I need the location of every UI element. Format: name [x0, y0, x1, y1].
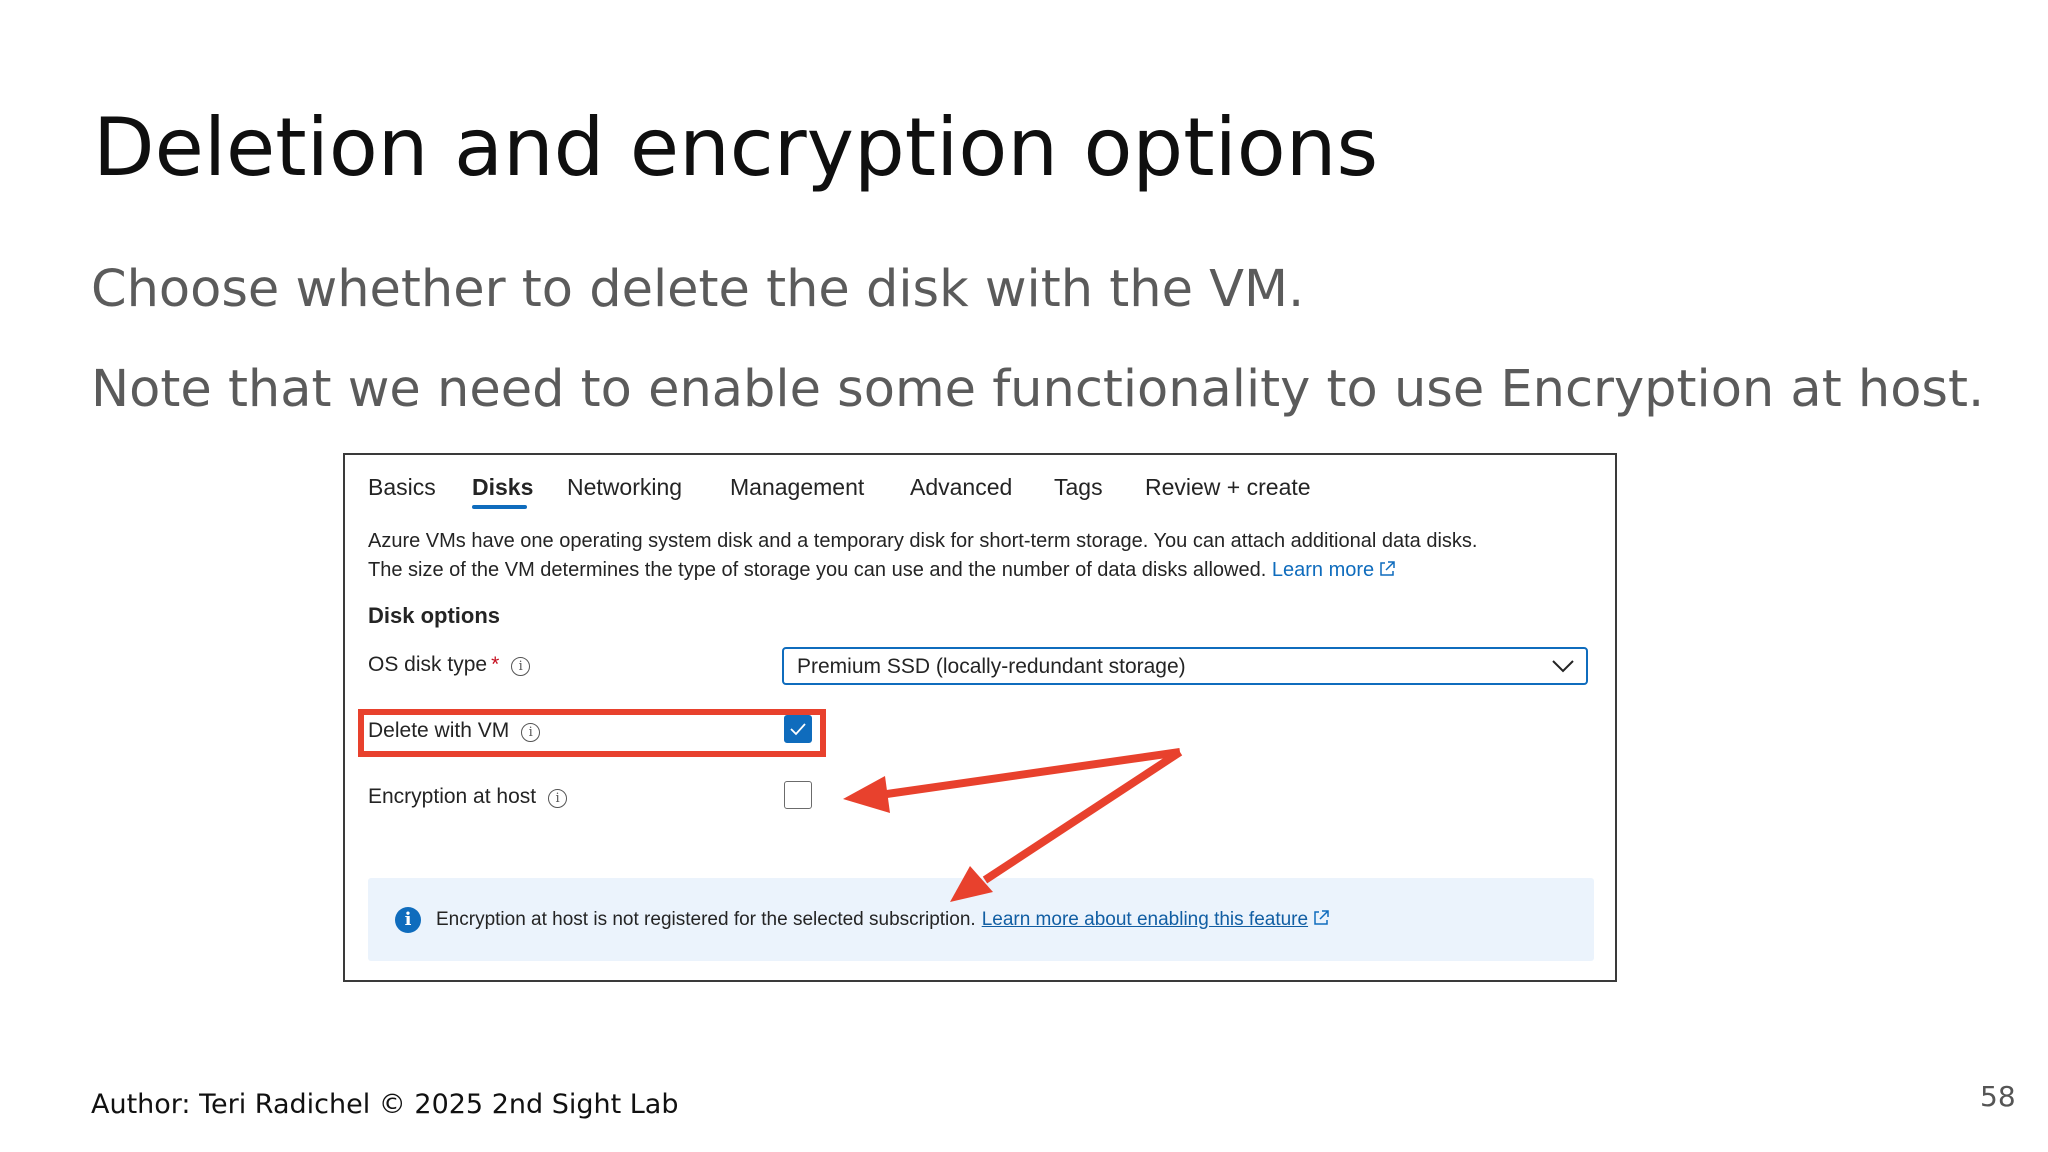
active-tab-indicator	[472, 505, 527, 509]
disks-description-line1: Azure VMs have one operating system disk…	[368, 530, 1478, 552]
tab-disks[interactable]: Disks	[472, 473, 533, 501]
external-link-icon	[1380, 561, 1395, 576]
learn-more-link[interactable]: Learn more	[1272, 559, 1396, 581]
encryption-at-host-checkbox[interactable]	[784, 781, 812, 809]
encryption-at-host-text: Encryption at host	[368, 785, 537, 808]
description-text: The size of the VM determines the type o…	[368, 559, 1267, 581]
azure-disks-screenshot: Basics Disks Networking Management Advan…	[343, 453, 1617, 982]
info-bar-text: Encryption at host is not registered for…	[436, 909, 976, 930]
info-bar-message: Encryption at host is not registered for…	[436, 907, 1330, 933]
external-link-icon[interactable]	[1312, 909, 1330, 927]
os-disk-type-label: OS disk type * i	[368, 651, 531, 679]
info-circle-icon[interactable]: i	[511, 657, 531, 676]
learn-more-enabling-label: Learn more about enabling this feature	[981, 909, 1309, 930]
info-circle-icon: i	[395, 907, 421, 933]
os-disk-type-select[interactable]: Premium SSD (locally-redundant storage)	[782, 647, 1588, 685]
encryption-info-bar: i Encryption at host is not registered f…	[368, 878, 1594, 961]
os-disk-type-value: Premium SSD (locally-redundant storage)	[797, 655, 1186, 678]
tab-management[interactable]: Management	[730, 473, 864, 501]
disk-options-heading: Disk options	[368, 603, 501, 628]
slide-title: Deletion and encryption options	[93, 101, 1379, 194]
required-marker: *	[491, 653, 500, 676]
slide-footer: Author: Teri Radichel © 2025 2nd Sight L…	[91, 1089, 679, 1120]
tab-basics[interactable]: Basics	[368, 473, 436, 501]
bullet-delete-disk: Choose whether to delete the disk with t…	[91, 260, 1305, 319]
info-circle-icon[interactable]: i	[548, 789, 568, 808]
tab-review-create[interactable]: Review + create	[1145, 473, 1311, 501]
learn-more-enabling-link[interactable]: Learn more about enabling this feature	[982, 909, 1308, 930]
chevron-down-icon	[1552, 660, 1574, 673]
encryption-at-host-label: Encryption at host i	[368, 783, 568, 811]
os-disk-type-text: OS disk type	[368, 653, 488, 676]
highlight-annotation-box	[358, 709, 826, 757]
tab-advanced[interactable]: Advanced	[910, 473, 1012, 501]
tab-tags[interactable]: Tags	[1054, 473, 1103, 501]
disks-description-line2: The size of the VM determines the type o…	[368, 557, 1396, 583]
tab-networking[interactable]: Networking	[567, 473, 682, 501]
learn-more-label: Learn more	[1271, 559, 1375, 581]
bullet-encryption-note: Note that we need to enable some functio…	[91, 360, 1985, 419]
page-number: 58	[1980, 1080, 2016, 1113]
